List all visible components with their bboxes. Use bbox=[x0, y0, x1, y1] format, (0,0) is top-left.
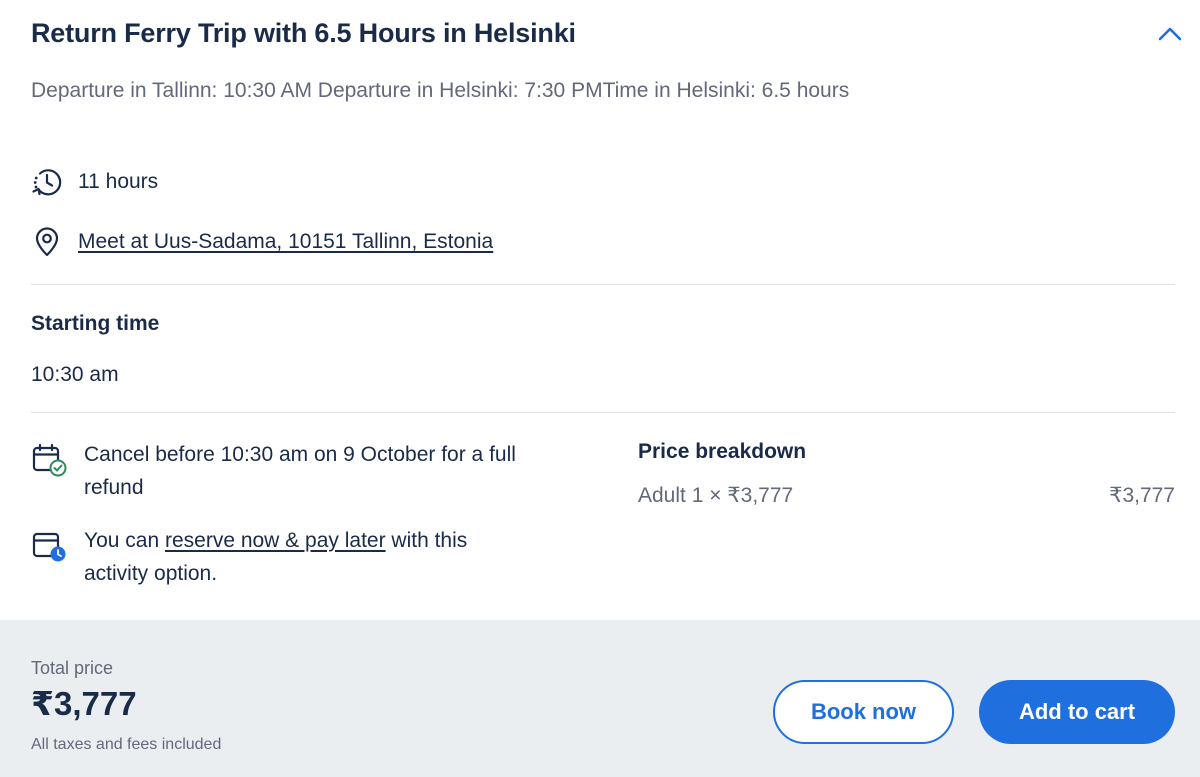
calendar-check-icon bbox=[31, 438, 69, 504]
price-line-label: Adult 1 × ₹3,777 bbox=[638, 484, 794, 507]
add-to-cart-button[interactable]: Add to cart bbox=[979, 680, 1175, 744]
booking-footer: Total price ₹3,777 All taxes and fees in… bbox=[0, 620, 1200, 777]
price-line-amount: ₹3,777 bbox=[1109, 484, 1175, 507]
divider bbox=[31, 412, 1175, 413]
total-price-value: ₹3,777 bbox=[31, 685, 137, 722]
reserve-policy: You can reserve now & pay later with thi… bbox=[31, 524, 531, 590]
reserve-text-prefix: You can bbox=[84, 529, 165, 552]
starting-time-heading: Starting time bbox=[31, 312, 160, 335]
total-price-label: Total price bbox=[31, 658, 114, 678]
map-pin-icon bbox=[31, 226, 63, 258]
chevron-up-icon bbox=[1158, 27, 1182, 41]
reserve-text: You can reserve now & pay later with thi… bbox=[84, 524, 531, 590]
cancellation-text: Cancel before 10:30 am on 9 October for … bbox=[84, 443, 516, 499]
starting-time-value: 10:30 am bbox=[31, 363, 119, 386]
meeting-point-link[interactable]: Meet at Uus-Sadama, 10151 Tallinn, Eston… bbox=[78, 230, 493, 254]
collapse-button[interactable] bbox=[1156, 24, 1184, 44]
book-now-button[interactable]: Book now bbox=[773, 680, 954, 744]
cancellation-policy: Cancel before 10:30 am on 9 October for … bbox=[31, 438, 531, 504]
duration-row: 11 hours bbox=[31, 166, 158, 198]
taxes-note: All taxes and fees included bbox=[31, 736, 222, 753]
clock-history-icon bbox=[31, 166, 63, 198]
option-description: Departure in Tallinn: 10:30 AM Departure… bbox=[31, 79, 850, 102]
activity-option-card: Return Ferry Trip with 6.5 Hours in Hels… bbox=[0, 0, 1200, 777]
calendar-clock-icon bbox=[31, 524, 69, 590]
divider bbox=[31, 284, 1175, 285]
meeting-point-row: Meet at Uus-Sadama, 10151 Tallinn, Eston… bbox=[31, 226, 493, 258]
price-breakdown-line: Adult 1 × ₹3,777 ₹3,777 bbox=[638, 483, 1175, 508]
price-breakdown-heading: Price breakdown bbox=[638, 440, 807, 463]
reserve-now-pay-later-link[interactable]: reserve now & pay later bbox=[165, 529, 386, 552]
option-title: Return Ferry Trip with 6.5 Hours in Hels… bbox=[31, 18, 576, 48]
duration-text: 11 hours bbox=[78, 170, 159, 193]
